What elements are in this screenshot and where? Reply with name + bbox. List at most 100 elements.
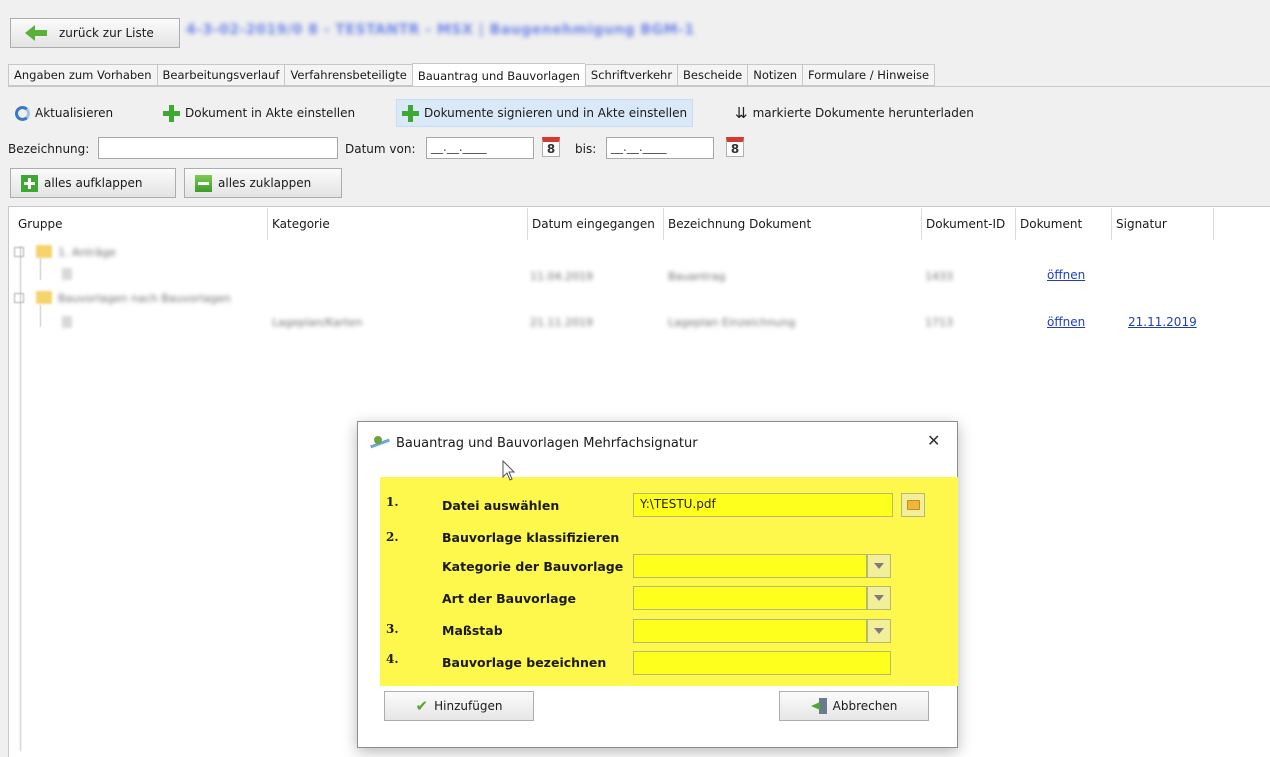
green-plus-icon xyxy=(163,104,180,122)
tree-line xyxy=(40,258,41,280)
column-header-gruppe[interactable]: Gruppe xyxy=(14,208,268,240)
sign-documents-label: Dokumente signieren und in Akte einstell… xyxy=(424,106,688,120)
tree-toggle[interactable] xyxy=(14,247,24,257)
scale-select[interactable] xyxy=(633,619,867,643)
tab-formulare-hinweise[interactable]: Formulare / Hinweise xyxy=(802,64,936,86)
checkmark-icon: ✔ xyxy=(415,697,429,715)
back-to-list-label: zurück zur Liste xyxy=(59,26,154,40)
step-number: 4. xyxy=(386,652,399,666)
category-dropdown-button[interactable] xyxy=(867,554,891,578)
datum-von-input[interactable]: __.__.____ xyxy=(426,137,534,159)
download-icon: ⇊ xyxy=(735,104,748,122)
collapse-icon xyxy=(195,174,212,192)
close-icon[interactable]: ✕ xyxy=(927,431,940,450)
tab-bearbeitungsverlauf[interactable]: Bearbeitungsverlauf xyxy=(156,64,285,86)
dialog-title: Bauantrag und Bauvorlagen Mehrfachsignat… xyxy=(396,436,698,451)
file-label: Datei auswählen xyxy=(442,498,560,513)
datum-von-label: Datum von: xyxy=(345,142,416,156)
scale-label: Maßstab xyxy=(442,623,503,638)
date-received: 21.11.2019 xyxy=(530,316,593,329)
chevron-down-icon xyxy=(874,628,884,634)
tab-bar: Angaben zum Vorhaben Bearbeitungsverlauf… xyxy=(8,63,936,87)
column-header-datum[interactable]: Datum eingegangen xyxy=(528,208,664,240)
file-path-field[interactable]: Y:\TESTU.pdf xyxy=(633,493,893,517)
document-id: 1713 xyxy=(925,316,953,329)
document-id: 1433 xyxy=(925,270,953,283)
calendar-icon[interactable]: 8 xyxy=(542,137,560,157)
refresh-label: Aktualisieren xyxy=(35,106,114,120)
mouse-cursor-icon xyxy=(502,460,516,481)
open-document-link[interactable]: öffnen xyxy=(1047,315,1085,329)
open-document-link[interactable]: öffnen xyxy=(1047,268,1085,282)
add-button-label: Hinzufügen xyxy=(434,699,503,713)
scale-dropdown-button[interactable] xyxy=(867,619,891,643)
tab-notizen[interactable]: Notizen xyxy=(747,64,803,86)
type-label: Art der Bauvorlage xyxy=(442,591,577,606)
tree-line xyxy=(40,305,41,327)
datum-bis-input[interactable]: __.__.____ xyxy=(606,137,714,159)
tab-bauantrag-und-bauvorlagen[interactable]: Bauantrag und Bauvorlagen xyxy=(411,63,585,87)
tree-toggle[interactable] xyxy=(14,293,24,303)
type-dropdown-button[interactable] xyxy=(867,586,891,610)
download-marked-label: markierte Dokumente herunterladen xyxy=(752,106,974,120)
document-name-field[interactable] xyxy=(633,651,891,675)
chevron-down-icon xyxy=(874,563,884,569)
column-header-kategorie[interactable]: Kategorie xyxy=(268,208,528,240)
tab-schriftverkehr[interactable]: Schriftverkehr xyxy=(584,64,678,86)
folder-icon xyxy=(36,245,52,258)
expand-all-label: alles aufklappen xyxy=(44,176,143,190)
step-number: 3. xyxy=(386,622,399,636)
cancel-button[interactable]: Abbrechen xyxy=(779,691,929,721)
add-document-label: Dokument in Akte einstellen xyxy=(185,106,356,120)
expand-icon xyxy=(21,174,38,192)
bezeichnung-input[interactable] xyxy=(98,137,338,159)
tab-divider xyxy=(8,86,1270,87)
download-marked-button[interactable]: ⇊ markierte Dokumente herunterladen xyxy=(730,99,979,127)
folder-icon xyxy=(36,291,52,304)
column-header-dokument-id[interactable]: Dokument-ID xyxy=(922,208,1016,240)
collapse-all-label: alles zuklappen xyxy=(218,176,312,190)
column-header-signatur[interactable]: Signatur xyxy=(1112,208,1214,240)
cancel-button-label: Abbrechen xyxy=(832,699,898,713)
collapse-all-button[interactable]: alles zuklappen xyxy=(184,168,342,198)
document-name: Bauantrag xyxy=(668,270,726,283)
back-to-list-button[interactable]: zurück zur Liste xyxy=(10,18,180,48)
exit-door-icon xyxy=(810,698,827,714)
refresh-icon xyxy=(15,105,30,121)
add-document-button[interactable]: Dokument in Akte einstellen xyxy=(158,99,360,127)
calendar-icon[interactable]: 8 xyxy=(726,137,744,157)
folder-icon xyxy=(906,500,920,510)
chevron-down-icon xyxy=(874,595,884,601)
classify-label: Bauvorlage klassifizieren xyxy=(442,530,620,545)
app-icon xyxy=(370,434,390,450)
step-number: 2. xyxy=(386,530,399,544)
add-button[interactable]: ✔ Hinzufügen xyxy=(384,691,534,721)
expand-all-button[interactable]: alles aufklappen xyxy=(10,168,176,198)
group-name: 1. Anträge xyxy=(58,246,116,259)
document-icon xyxy=(62,316,72,328)
group-name: Bauvorlagen nach Bauvorlagen xyxy=(58,292,231,305)
bis-label: bis: xyxy=(575,142,597,156)
column-header-dokument[interactable]: Dokument xyxy=(1016,208,1112,240)
sign-documents-button[interactable]: Dokumente signieren und in Akte einstell… xyxy=(396,99,694,127)
date-received: 11.04.2019 xyxy=(530,270,593,283)
tree-line xyxy=(20,246,21,751)
document-name: Lageplan Einzeichnung xyxy=(668,316,796,329)
name-label: Bauvorlage bezeichnen xyxy=(442,655,607,670)
green-plus-icon xyxy=(402,104,419,122)
type-select[interactable] xyxy=(633,586,867,610)
tab-bescheide[interactable]: Bescheide xyxy=(677,64,748,86)
signature-link[interactable]: 21.11.2019 xyxy=(1128,315,1197,329)
column-header-bezeichnung[interactable]: Bezeichnung Dokument xyxy=(664,208,922,240)
browse-folder-button[interactable] xyxy=(901,493,925,517)
refresh-button[interactable]: Aktualisieren xyxy=(10,99,118,127)
category-select[interactable] xyxy=(633,554,867,578)
category: Lageplan/Karten xyxy=(272,316,363,329)
tab-angaben-zum-vorhaben[interactable]: Angaben zum Vorhaben xyxy=(8,64,157,86)
multi-signature-dialog: Bauantrag und Bauvorlagen Mehrfachsignat… xyxy=(357,421,958,748)
bezeichnung-label: Bezeichnung: xyxy=(8,142,90,156)
arrow-left-icon xyxy=(25,25,47,41)
project-title: 4-3-02-2019/0 8 - TESTANTR - MSX | Bauge… xyxy=(186,22,695,38)
tab-verfahrensbeteiligte[interactable]: Verfahrensbeteiligte xyxy=(284,64,412,86)
category-label: Kategorie der Bauvorlage xyxy=(442,559,624,574)
